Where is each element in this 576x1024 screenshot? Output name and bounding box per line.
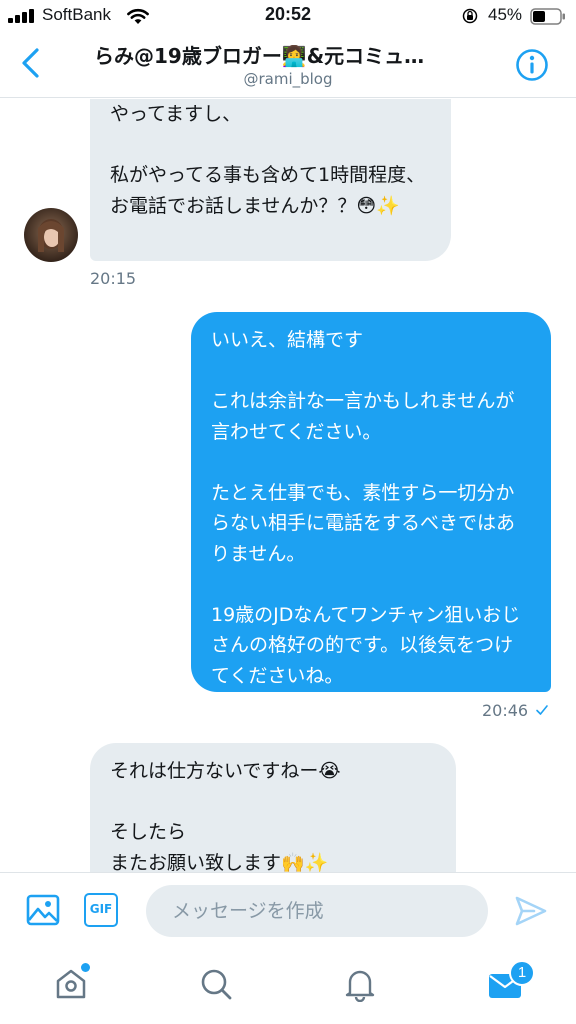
message-bubble-sent[interactable]: いいえ、結構です これは余計な一言かもしれませんが言わせてください。 たとえ仕事… — [191, 312, 551, 692]
message-bubble-received[interactable]: それは仕方ないですねー😭 そしたら またお願い致します🙌✨ — [90, 743, 456, 872]
avatar[interactable] — [24, 208, 78, 262]
message-bubble-received[interactable]: やってますし、 私がやってる事も含めて1時間程度、お電話でお話しませんか？？😳✨ — [90, 99, 451, 261]
message-composer: GIF — [0, 872, 576, 948]
send-icon[interactable] — [514, 895, 548, 927]
conversation-handle: @rami_blog — [243, 70, 333, 88]
message-list[interactable]: やってますし、 私がやってる事も含めて1時間程度、お電話でお話しませんか？？😳✨… — [0, 99, 576, 872]
message-input[interactable] — [146, 885, 488, 937]
info-icon[interactable] — [515, 48, 549, 82]
orientation-lock-icon — [462, 8, 478, 24]
home-unread-dot — [81, 963, 90, 972]
message-timestamp: 20:46 — [482, 701, 529, 720]
notifications-icon[interactable] — [342, 966, 378, 1002]
status-bar: SoftBank 20:52 45% — [0, 0, 576, 32]
battery-percent: 45% — [488, 5, 523, 24]
battery-icon — [530, 8, 565, 25]
conversation-title[interactable]: らみ@19歳ブロガー👩‍💻&元コミュ… — [94, 40, 496, 69]
search-icon[interactable] — [198, 966, 234, 1002]
image-icon[interactable] — [26, 893, 60, 927]
messages-badge: 1 — [509, 960, 535, 986]
read-check-icon — [536, 705, 548, 715]
bottom-tab-bar — [0, 948, 576, 1024]
conversation-header: らみ@19歳ブロガー👩‍💻&元コミュ… @rami_blog — [0, 32, 576, 98]
gif-icon[interactable]: GIF — [84, 893, 118, 927]
message-timestamp: 20:15 — [90, 269, 137, 288]
